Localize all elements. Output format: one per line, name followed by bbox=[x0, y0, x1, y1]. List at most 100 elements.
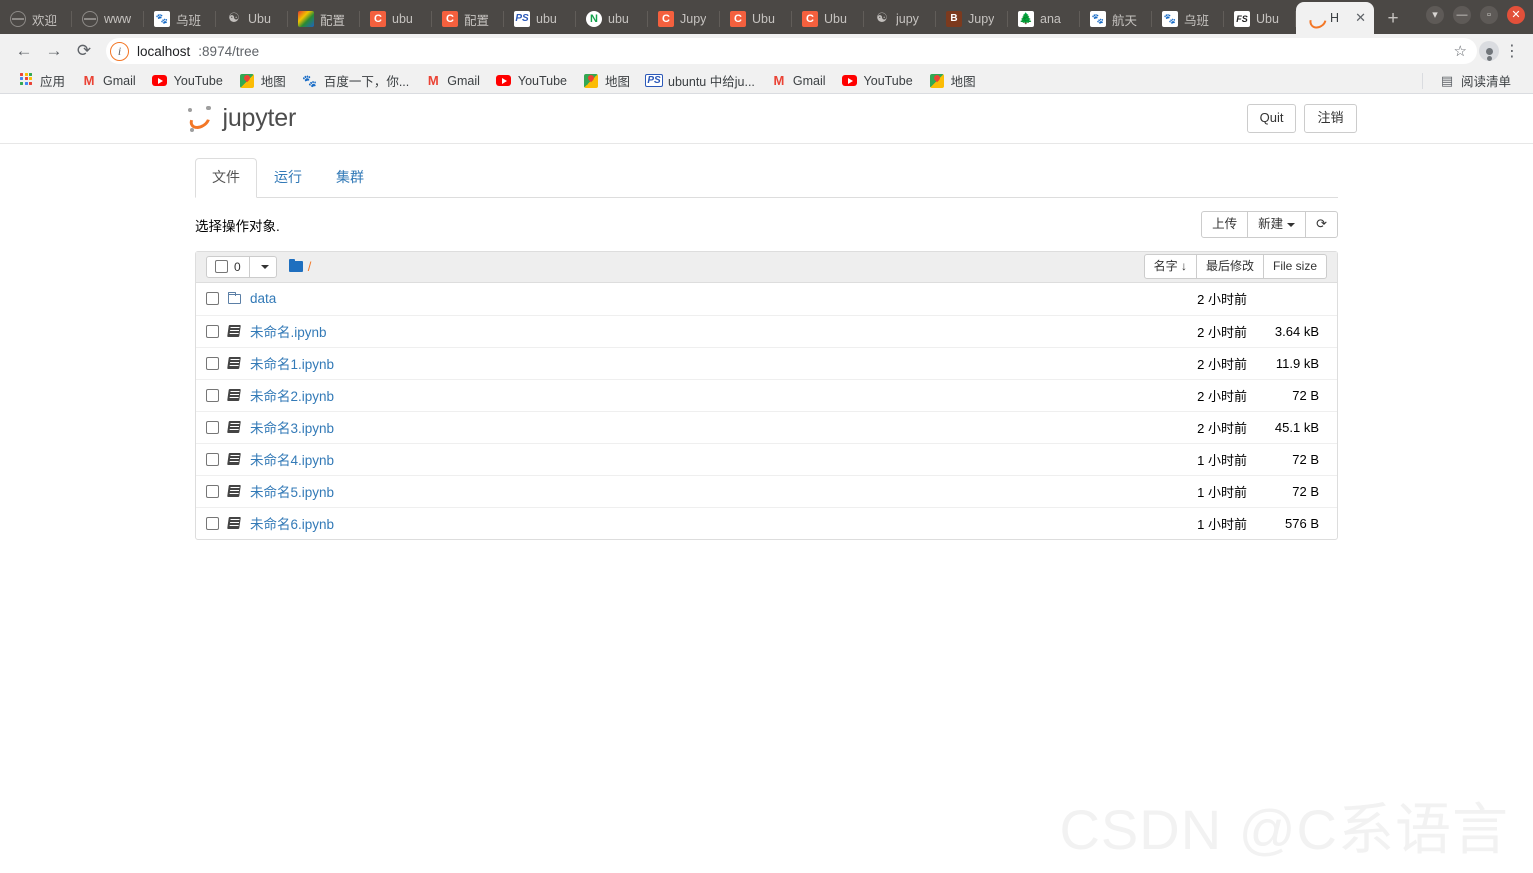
bookmark-item[interactable]: 应用 bbox=[10, 69, 73, 92]
new-dropdown-button[interactable]: 新建 bbox=[1247, 210, 1307, 238]
browser-tab[interactable]: H ✕ bbox=[1296, 2, 1374, 34]
jupyter-logo-link[interactable]: jupyter bbox=[185, 104, 297, 133]
file-name-link[interactable]: 未命名5.ipynb bbox=[250, 481, 334, 501]
table-row[interactable]: 未命名1.ipynb 2 小时前 11.9 kB bbox=[196, 346, 1337, 379]
browser-tab[interactable]: Nubu bbox=[576, 4, 648, 34]
select-menu-dropdown[interactable] bbox=[248, 256, 276, 277]
jupyter-wordmark: jupyter bbox=[222, 104, 297, 132]
file-name-link[interactable]: 未命名3.ipynb bbox=[250, 417, 334, 437]
select-all-checkbox-cell[interactable]: 0 bbox=[207, 257, 249, 277]
table-row[interactable]: 未命名6.ipynb 1 小时前 576 B bbox=[196, 506, 1337, 539]
browser-tab[interactable]: Cubu bbox=[360, 4, 432, 34]
bookmark-item[interactable]: M Gmail bbox=[73, 71, 144, 91]
table-row[interactable]: 未命名2.ipynb 2 小时前 72 B bbox=[196, 378, 1337, 411]
reading-list-button[interactable]: ▤ 阅读清单 bbox=[1431, 69, 1519, 92]
breadcrumb[interactable]: / bbox=[288, 258, 311, 274]
browser-tab[interactable]: www bbox=[72, 4, 144, 34]
browser-tab[interactable]: 乌班 bbox=[1152, 4, 1224, 34]
browser-tab[interactable]: C Jupy bbox=[648, 4, 720, 34]
chrome-menu-icon[interactable]: ⋮ bbox=[1501, 41, 1523, 61]
bookmark-item[interactable]: M Gmail bbox=[417, 71, 488, 91]
bookmark-item[interactable]: 🐾 百度一下，你... bbox=[294, 69, 417, 92]
notebook-icon bbox=[227, 389, 241, 402]
table-row[interactable]: data 2 小时前 bbox=[196, 283, 1337, 315]
file-name-link[interactable]: 未命名2.ipynb bbox=[250, 385, 334, 405]
sort-by-modified-button[interactable]: 最后修改 bbox=[1195, 254, 1264, 280]
bookmark-item[interactable]: 地图 bbox=[575, 69, 638, 92]
table-row[interactable]: 未命名5.ipynb 1 小时前 72 B bbox=[196, 474, 1337, 507]
row-checkbox[interactable] bbox=[206, 388, 219, 402]
browser-tab[interactable]: C Ubu bbox=[792, 4, 864, 34]
bookmark-item[interactable]: 地图 bbox=[921, 69, 984, 92]
jupyter-logo-icon bbox=[185, 105, 214, 133]
browser-tab[interactable]: Ubu bbox=[216, 4, 288, 34]
reload-icon[interactable]: ⟳ bbox=[70, 37, 98, 65]
file-modified: 2 小时前 bbox=[1197, 292, 1247, 308]
quit-button[interactable]: Quit bbox=[1246, 104, 1297, 133]
bookmark-item[interactable]: YouTube bbox=[488, 71, 575, 91]
browser-tab[interactable]: ana bbox=[1008, 4, 1080, 34]
browser-tab[interactable]: PS ubu bbox=[504, 4, 576, 34]
back-icon[interactable]: ← bbox=[10, 37, 38, 65]
browser-tab[interactable]: 配置 bbox=[288, 4, 360, 34]
close-tab-icon[interactable]: ✕ bbox=[1355, 10, 1366, 26]
browser-tab[interactable]: C 配置 bbox=[432, 4, 504, 34]
select-all-checkbox[interactable] bbox=[215, 260, 228, 274]
row-checkbox[interactable] bbox=[206, 452, 219, 466]
file-modified: 1 小时前 bbox=[1197, 484, 1247, 500]
bookmark-item[interactable]: YouTube bbox=[144, 71, 231, 91]
file-name-link[interactable]: 未命名1.ipynb bbox=[250, 353, 334, 373]
browser-tab[interactable]: 欢迎 bbox=[0, 4, 72, 34]
row-checkbox[interactable] bbox=[206, 356, 219, 370]
logout-button[interactable]: 注销 bbox=[1304, 104, 1357, 133]
browser-tab[interactable]: C Ubu bbox=[720, 4, 792, 34]
tab-files[interactable]: 文件 bbox=[195, 158, 257, 198]
tab-running[interactable]: 运行 bbox=[257, 158, 319, 198]
file-size: 576 B bbox=[1285, 515, 1319, 531]
site-info-icon[interactable]: i bbox=[110, 41, 129, 61]
file-modified: 2 小时前 bbox=[1197, 356, 1247, 372]
upload-button[interactable]: 上传 bbox=[1201, 210, 1249, 238]
row-checkbox[interactable] bbox=[206, 420, 219, 434]
bookmark-item[interactable]: M Gmail bbox=[763, 71, 834, 91]
minimize-button[interactable]: — bbox=[1453, 6, 1471, 24]
address-bar[interactable]: i localhost:8974/tree ☆ bbox=[106, 38, 1477, 64]
bookmark-star-icon[interactable]: ☆ bbox=[1454, 42, 1467, 60]
sort-by-name-button[interactable]: 名字 ↓ bbox=[1143, 254, 1197, 280]
csdn-icon: C bbox=[730, 11, 746, 27]
row-checkbox[interactable] bbox=[206, 292, 219, 306]
file-name-link[interactable]: data bbox=[250, 291, 276, 306]
bookmark-item[interactable]: PS ubuntu 中给ju... bbox=[638, 69, 763, 92]
profile-avatar-icon[interactable] bbox=[1479, 41, 1499, 61]
sort-by-size-button[interactable]: File size bbox=[1262, 254, 1327, 280]
browser-tab[interactable]: 航天 bbox=[1080, 4, 1152, 34]
forward-icon[interactable]: → bbox=[40, 37, 68, 65]
row-checkbox[interactable] bbox=[206, 324, 219, 338]
tab-clusters[interactable]: 集群 bbox=[319, 158, 381, 198]
file-name-link[interactable]: 未命名4.ipynb bbox=[250, 449, 334, 469]
row-checkbox[interactable] bbox=[206, 484, 219, 498]
tab-label: Ubu bbox=[248, 12, 271, 26]
browser-tab[interactable]: 乌班 bbox=[144, 4, 216, 34]
tab-label: 乌班 bbox=[1184, 13, 1210, 28]
ubuntu-icon bbox=[874, 11, 890, 27]
bookmark-item[interactable]: YouTube bbox=[834, 71, 921, 91]
browser-tab[interactable]: jupy bbox=[864, 4, 936, 34]
refresh-button[interactable]: ⟳ bbox=[1305, 210, 1338, 238]
row-checkbox[interactable] bbox=[206, 516, 219, 530]
new-tab-button[interactable]: + bbox=[1374, 4, 1412, 34]
browser-tab[interactable]: FS Ubu bbox=[1224, 4, 1296, 34]
maximize-button[interactable]: ▫ bbox=[1480, 6, 1498, 24]
tab-search-button[interactable]: ▾ bbox=[1426, 6, 1444, 24]
file-name-link[interactable]: 未命名6.ipynb bbox=[250, 513, 334, 533]
table-row[interactable]: 未命名.ipynb 2 小时前 3.64 kB bbox=[196, 314, 1337, 347]
refresh-icon: ⟳ bbox=[1316, 215, 1327, 231]
table-row[interactable]: 未命名3.ipynb 2 小时前 45.1 kB bbox=[196, 410, 1337, 443]
file-name-link[interactable]: 未命名.ipynb bbox=[250, 321, 327, 341]
close-window-button[interactable]: ✕ bbox=[1507, 6, 1525, 24]
file-modified: 2 小时前 bbox=[1197, 388, 1247, 404]
bookmark-item[interactable]: 地图 bbox=[231, 69, 294, 92]
browser-tab[interactable]: B Jupy bbox=[936, 4, 1008, 34]
table-row[interactable]: 未命名4.ipynb 1 小时前 72 B bbox=[196, 442, 1337, 475]
file-size: 45.1 kB bbox=[1274, 419, 1319, 435]
